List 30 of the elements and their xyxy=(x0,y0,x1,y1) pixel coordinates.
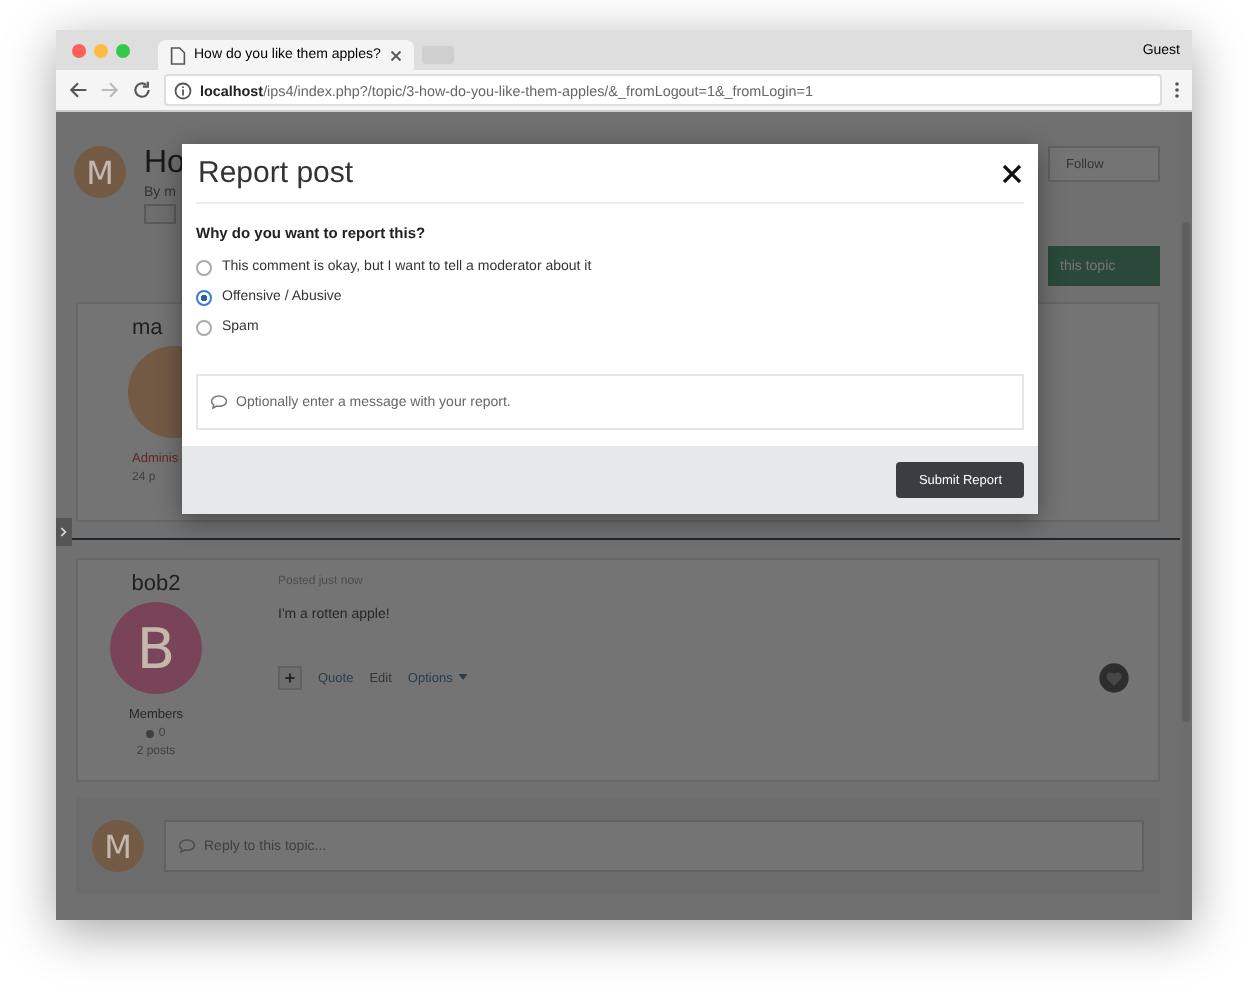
back-arrow-icon[interactable] xyxy=(68,80,88,100)
menu-icon[interactable] xyxy=(1174,80,1180,100)
forward-arrow-icon[interactable] xyxy=(100,80,120,100)
avatar[interactable]: M xyxy=(74,146,126,198)
radio-button[interactable] xyxy=(196,319,212,335)
caret-icon xyxy=(458,674,469,681)
speech-bubble-icon xyxy=(210,394,228,410)
maximize-window-icon[interactable] xyxy=(116,43,130,57)
author-name[interactable]: ma xyxy=(132,316,163,340)
close-icon[interactable] xyxy=(1002,163,1022,183)
add-tag-button[interactable] xyxy=(144,204,176,224)
scrollbar[interactable] xyxy=(1182,222,1190,722)
radio-button[interactable] xyxy=(196,289,212,305)
close-icon[interactable] xyxy=(390,49,402,61)
plus-icon xyxy=(284,672,296,684)
info-icon xyxy=(174,81,192,99)
topic-title: Ho xyxy=(144,146,185,182)
close-window-icon[interactable] xyxy=(72,43,86,57)
reload-icon[interactable] xyxy=(132,80,152,100)
multiquote-button[interactable] xyxy=(278,666,302,690)
dialog-title: Report post xyxy=(198,156,354,190)
chevron-right-icon xyxy=(60,526,68,538)
avatar[interactable]: B xyxy=(110,602,202,694)
speech-bubble-icon xyxy=(178,838,196,854)
radio-button[interactable] xyxy=(196,259,212,275)
author-name[interactable]: bob2 xyxy=(131,572,181,596)
avatar[interactable]: M xyxy=(92,820,144,872)
sidebar-toggle[interactable] xyxy=(56,518,72,546)
page-icon xyxy=(170,45,186,65)
reputation-icon xyxy=(146,730,155,738)
